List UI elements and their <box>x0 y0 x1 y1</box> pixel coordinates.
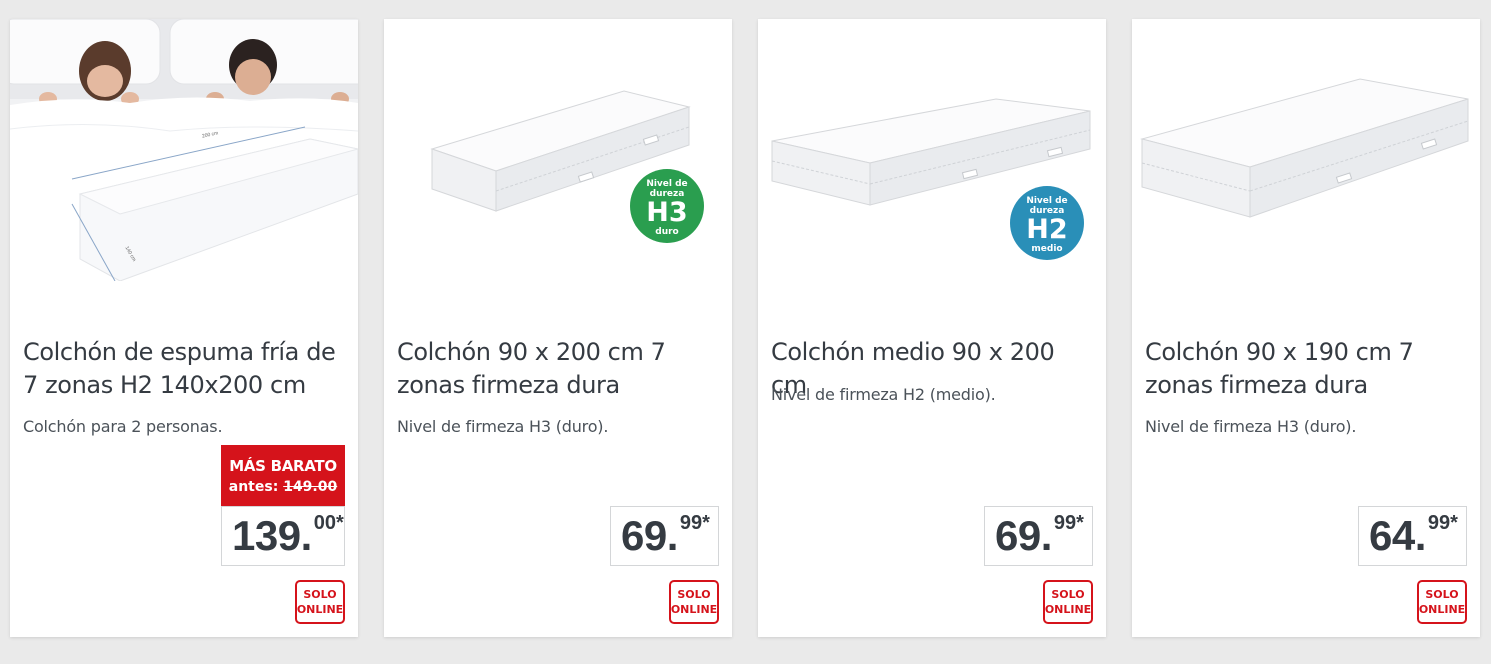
hardness-code: H3 <box>646 197 688 228</box>
price-main: 139. <box>232 512 312 559</box>
previous-price: antes: 149.00 <box>221 479 345 495</box>
discount-label: MÁS BARATO <box>229 457 337 475</box>
product-card-4[interactable]: Colchón 90 x 190 cm 7 zonas firmeza dura… <box>1132 19 1480 637</box>
hardness-bottom-label: medio <box>1031 244 1063 254</box>
product-title[interactable]: Colchón 90 x 200 cm 7 zonas firmeza dura <box>397 336 717 402</box>
product-description: Nivel de firmeza H2 (medio). <box>771 385 996 404</box>
hardness-code: H2 <box>1026 214 1068 245</box>
hardness-bottom-label: duro <box>655 227 679 237</box>
product-card-2[interactable]: Nivel de dureza H3 duro Colchón 90 x 200… <box>384 19 732 637</box>
product-title[interactable]: Colchón de espuma fría de 7 zonas H2 140… <box>23 336 343 402</box>
previous-price-value: 149.00 <box>283 479 338 495</box>
product-card-3[interactable]: Nivel de dureza H2 medio Colchón medio 9… <box>758 19 1106 637</box>
price-box: 69. 99* <box>610 506 719 566</box>
product-description: Nivel de firmeza H3 (duro). <box>397 417 609 436</box>
badge-line-1: SOLO <box>303 588 337 601</box>
online-only-badge: SOLO ONLINE <box>669 580 719 624</box>
price-decimals: 99* <box>1427 512 1458 534</box>
couple-mattress-photo <box>10 19 358 281</box>
online-only-badge: SOLO ONLINE <box>1043 580 1093 624</box>
price-decimals: 99* <box>1053 512 1084 534</box>
online-only-badge: SOLO ONLINE <box>295 580 345 624</box>
product-image[interactable]: 200 cm 140 cm <box>10 19 358 281</box>
badge-line-2: ONLINE <box>1418 603 1466 616</box>
product-image[interactable] <box>384 19 732 281</box>
hardness-top-label: Nivel de dureza <box>1026 196 1068 216</box>
product-description: Nivel de firmeza H3 (duro). <box>1145 417 1357 436</box>
mattress-image <box>1140 78 1469 218</box>
badge-line-1: SOLO <box>677 588 711 601</box>
price-decimals: 00* <box>313 512 344 534</box>
price-box: 64. 99* <box>1358 506 1467 566</box>
hardness-top-label: Nivel de dureza <box>646 179 688 199</box>
online-only-badge: SOLO ONLINE <box>1417 580 1467 624</box>
price-decimals: 99* <box>679 512 710 534</box>
hardness-level-badge: Nivel de dureza H2 medio <box>1010 186 1084 260</box>
price-main: 69. <box>621 512 678 559</box>
badge-line-1: SOLO <box>1425 588 1459 601</box>
price-box: 139. 00* <box>221 506 345 566</box>
price-box: 69. 99* <box>984 506 1093 566</box>
price-main: 69. <box>995 512 1052 559</box>
previous-price-prefix: antes: <box>228 479 279 495</box>
mattress-image <box>430 90 691 212</box>
product-title[interactable]: Colchón 90 x 190 cm 7 zonas firmeza dura <box>1145 336 1465 402</box>
product-card-1[interactable]: 200 cm 140 cm Colchón de espuma fría de … <box>10 19 358 637</box>
badge-line-2: ONLINE <box>670 603 718 616</box>
badge-line-1: SOLO <box>1051 588 1085 601</box>
badge-line-2: ONLINE <box>296 603 344 616</box>
hardness-level-badge: Nivel de dureza H3 duro <box>630 169 704 243</box>
product-description: Colchón para 2 personas. <box>23 417 223 436</box>
product-image[interactable] <box>1132 19 1480 281</box>
price-main: 64. <box>1369 512 1426 559</box>
badge-line-2: ONLINE <box>1044 603 1092 616</box>
